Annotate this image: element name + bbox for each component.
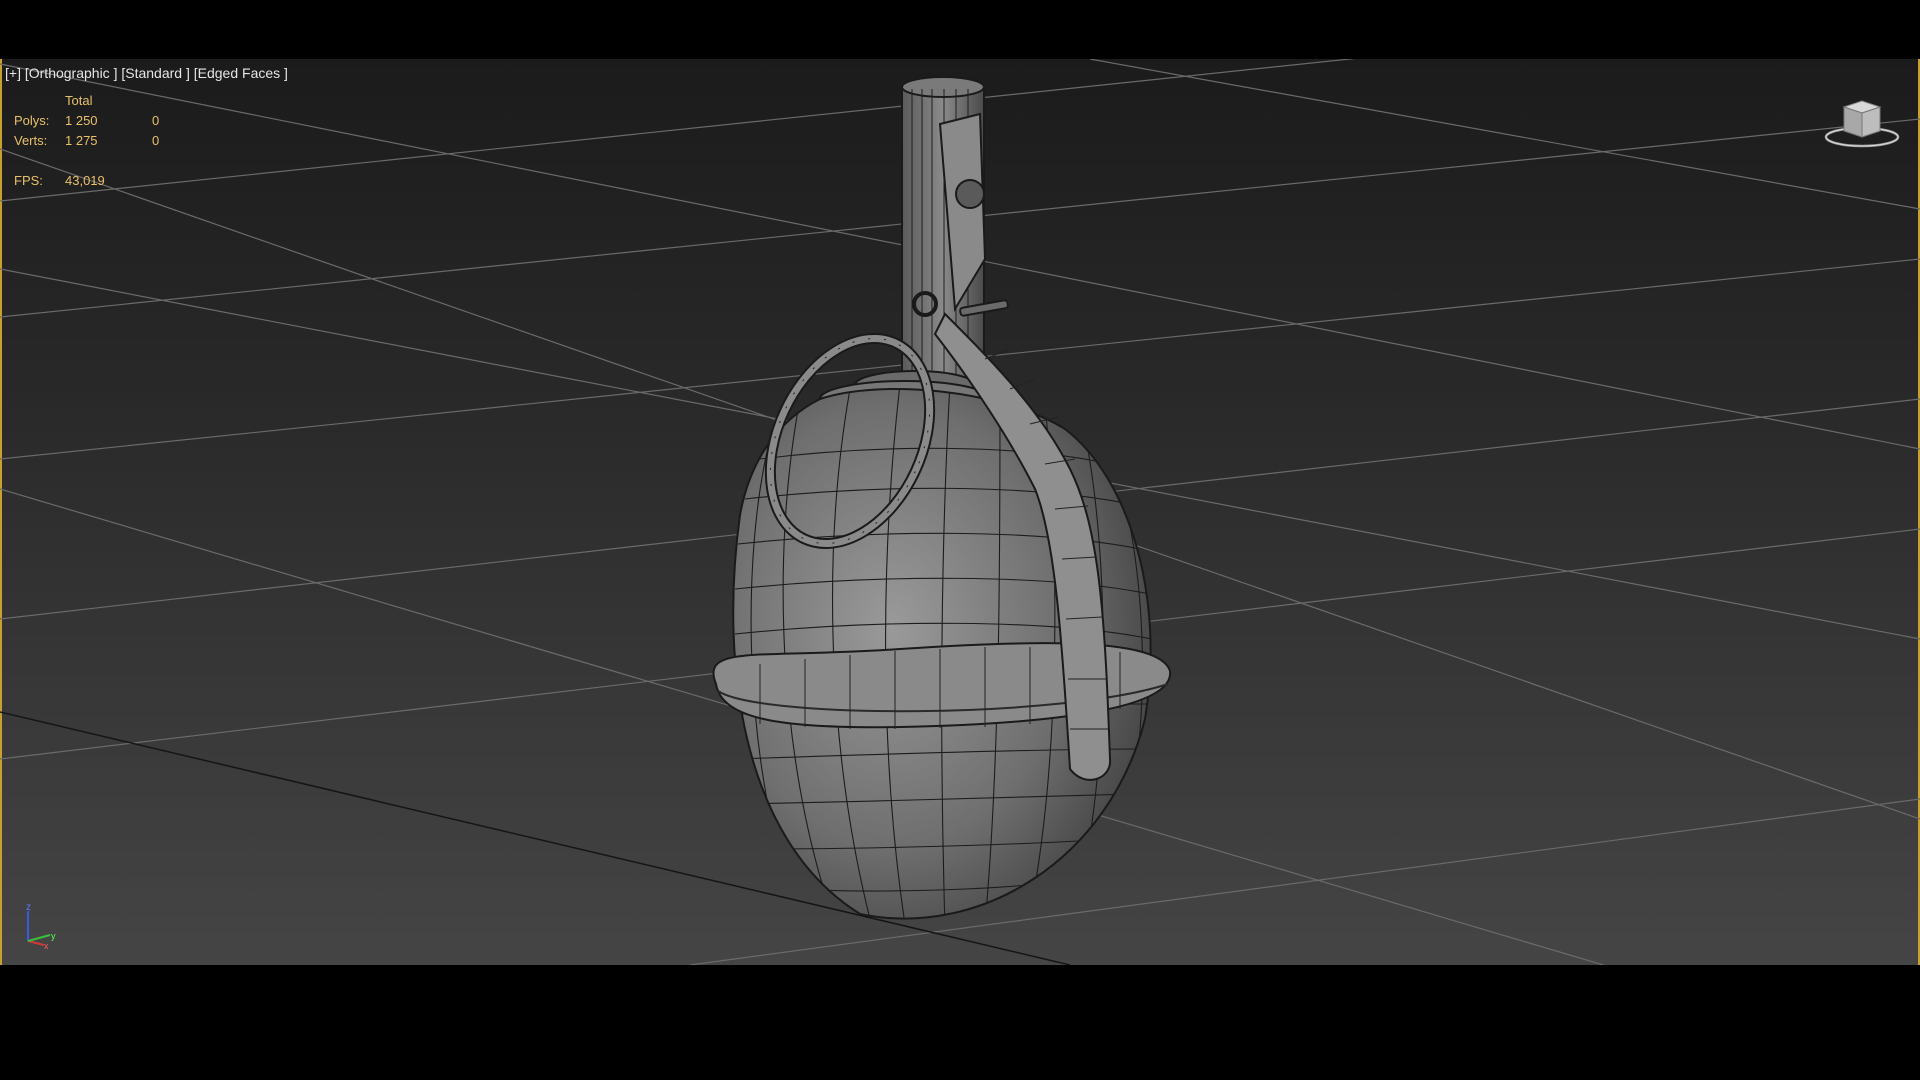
viewport-label: [+] [Orthographic ] [Standard ] [Edged F… [5, 65, 288, 81]
verts-selected: 0 [152, 133, 160, 148]
view-type-button[interactable]: [Orthographic ] [25, 65, 118, 81]
axis-y-label: y [51, 931, 56, 941]
polys-selected: 0 [152, 113, 160, 128]
perspective-viewport[interactable]: [+] [Orthographic ] [Standard ] [Edged F… [0, 59, 1920, 965]
top-letterbox [0, 0, 1920, 59]
polys-total: 1 250 [65, 113, 98, 128]
fps-label: FPS: [14, 173, 43, 188]
fps-value: 43,019 [65, 173, 105, 188]
axis-tripod-icon: z x y [26, 902, 56, 951]
edge-display-button[interactable]: [Edged Faces ] [194, 65, 288, 81]
verts-total: 1 275 [65, 133, 98, 148]
polys-label: Polys: [14, 113, 50, 128]
scene-canvas[interactable] [0, 59, 1920, 965]
viewcube-icon[interactable] [1820, 93, 1904, 153]
bottom-letterbox [0, 965, 1920, 1080]
viewport-menu-button[interactable]: [+] [5, 65, 21, 81]
axis-z-label: z [26, 902, 31, 913]
stats-total-header: Total [65, 93, 93, 108]
shading-mode-button[interactable]: [Standard ] [121, 65, 190, 81]
axis-x-label: x [44, 941, 49, 951]
verts-label: Verts: [14, 133, 48, 148]
grenade-mesh [712, 76, 1172, 920]
